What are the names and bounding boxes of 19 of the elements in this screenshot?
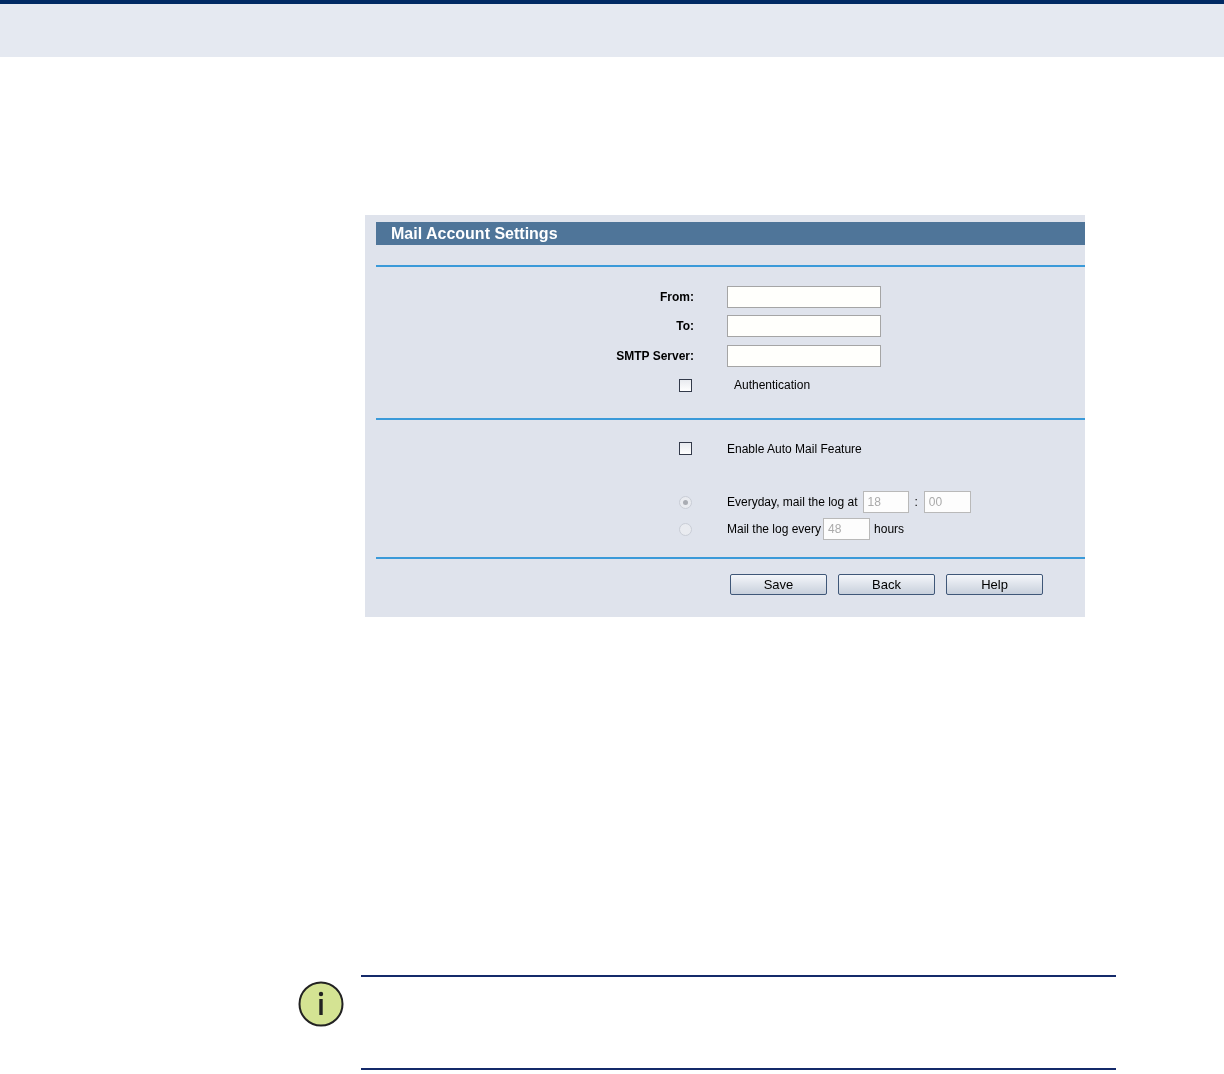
unit-label: hours [874,522,905,536]
panel-title: Mail Account Settings [376,222,1085,245]
action-button[interactable]: Back [838,573,935,595]
checkbox[interactable] [679,378,692,392]
text-field[interactable] [727,344,881,367]
checkbox-label: Authentication [734,378,811,393]
field-label: SMTP Server: [615,348,694,363]
time-separator: : [914,495,918,509]
text-field[interactable] [727,285,881,308]
field-label: To: [675,319,694,334]
option-label: Mail the log every [727,522,822,536]
option-label: Everyday, mail the log at [727,495,858,509]
info-icon [298,981,344,1027]
action-button[interactable]: Save [730,573,827,595]
text-field[interactable] [727,315,881,338]
checkbox[interactable] [679,442,692,456]
action-button[interactable]: Help [946,573,1043,595]
checkbox-label: Enable Auto Mail Feature [727,441,862,456]
field-label: From: [659,289,694,304]
